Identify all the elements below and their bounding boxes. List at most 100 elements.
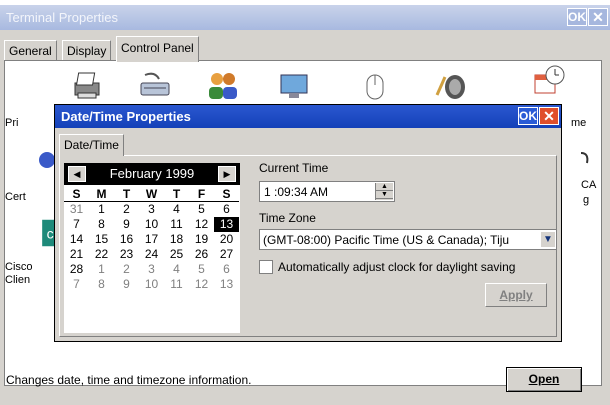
cisco-label: Cisco	[5, 261, 33, 273]
weekday: S	[214, 187, 239, 202]
calendar-day[interactable]: 1	[89, 262, 114, 277]
calendar-day[interactable]: 10	[139, 217, 164, 232]
calendar-day[interactable]: 25	[164, 247, 189, 262]
calendar-day[interactable]: 7	[64, 277, 89, 292]
calendar-day[interactable]: 27	[214, 247, 239, 262]
calendar-day[interactable]: 28	[64, 262, 89, 277]
calendar: ◀ February 1999 ▶ S M T W T F S 31 1 2 3…	[64, 163, 240, 333]
calendar-day[interactable]: 11	[164, 217, 189, 232]
calendar-day[interactable]: 4	[164, 262, 189, 277]
status-text: Changes date, time and timezone informat…	[6, 373, 252, 387]
calendar-day[interactable]: 20	[214, 232, 239, 247]
time-spinner[interactable]: ▲ ▼	[375, 183, 393, 200]
calendar-day[interactable]: 6	[214, 262, 239, 277]
apply-button[interactable]: Apply	[485, 283, 547, 307]
calendar-day[interactable]: 17	[139, 232, 164, 247]
window-close-button[interactable]: ✕	[588, 8, 608, 26]
calendar-month-year[interactable]: February 1999	[90, 166, 214, 181]
datetime-icon[interactable]	[531, 65, 567, 95]
tab-control-panel[interactable]: Control Panel	[116, 36, 199, 62]
calendar-day[interactable]: 8	[89, 217, 114, 232]
calendar-day[interactable]: 22	[89, 247, 114, 262]
time-zone-value: (GMT-08:00) Pacific Time (US & Canada); …	[263, 233, 510, 247]
tab-general[interactable]: General	[4, 40, 57, 61]
certificates-label: Cert	[5, 191, 26, 203]
datetime-label: me	[571, 117, 587, 129]
calendar-day[interactable]: 1	[89, 202, 114, 218]
weekday: S	[64, 187, 89, 202]
dialog-ok-button[interactable]: OK	[518, 107, 538, 125]
week-row: 7 8 9 10 11 12 13	[64, 277, 239, 292]
calendar-day[interactable]: 19	[189, 232, 214, 247]
time-value: 1 :09:34 AM	[264, 185, 329, 199]
time-zone-select[interactable]: (GMT-08:00) Pacific Time (US & Canada); …	[259, 229, 557, 250]
tab-datetime[interactable]: Date/Time	[59, 134, 124, 156]
window-ok-button[interactable]: OK	[567, 8, 587, 26]
calendar-day[interactable]: 12	[189, 277, 214, 292]
mouse-icon[interactable]	[357, 71, 393, 101]
apply-button-label: Apply	[499, 288, 533, 302]
time-zone-label: Time Zone	[259, 211, 316, 225]
week-row: 14 15 16 17 18 19 20	[64, 232, 239, 247]
calendar-day[interactable]: 24	[139, 247, 164, 262]
calendar-day[interactable]: 9	[114, 217, 139, 232]
time-input[interactable]: 1 :09:34 AM ▲ ▼	[259, 181, 395, 202]
calendar-day[interactable]: 12	[189, 217, 214, 232]
calendar-day[interactable]: 2	[114, 262, 139, 277]
calendar-day[interactable]: 13	[214, 277, 239, 292]
calendar-day[interactable]: 7	[64, 217, 89, 232]
chevron-down-icon[interactable]: ▼	[540, 231, 556, 248]
printer-icon[interactable]	[69, 71, 105, 101]
display-icon[interactable]	[277, 71, 313, 101]
calendar-grid: S M T W T F S 31 1 2 3 4 5 6 7 8 9 10 11…	[64, 187, 239, 292]
calendar-day[interactable]: 9	[114, 277, 139, 292]
current-time-label: Current Time	[259, 161, 329, 175]
svg-text:c: c	[47, 225, 54, 241]
dialog-titlebar: Date/Time Properties OK ✕	[55, 105, 561, 128]
cisco-client-label: Clien	[5, 274, 31, 286]
next-month-button[interactable]: ▶	[218, 166, 236, 182]
ica-label: CA	[581, 179, 597, 191]
spin-down-icon[interactable]: ▼	[376, 191, 393, 199]
calendar-day[interactable]: 11	[164, 277, 189, 292]
calendar-day[interactable]: 16	[114, 232, 139, 247]
calendar-day[interactable]: 3	[139, 262, 164, 277]
tab-display[interactable]: Display	[62, 40, 112, 61]
datetime-dialog: Date/Time Properties OK ✕ Date/Time ◀ Fe…	[54, 104, 562, 342]
sound-icon[interactable]	[433, 71, 469, 101]
users-icon[interactable]	[205, 71, 241, 101]
weekday: W	[139, 187, 164, 202]
window-title: Terminal Properties	[6, 10, 118, 25]
calendar-day[interactable]: 4	[164, 202, 189, 218]
spin-up-icon[interactable]: ▲	[376, 183, 393, 191]
prev-month-button[interactable]: ◀	[68, 166, 86, 182]
calendar-day[interactable]: 3	[139, 202, 164, 218]
dialog-close-button[interactable]: ✕	[539, 107, 559, 125]
calendar-day[interactable]: 2	[114, 202, 139, 218]
calendar-day[interactable]: 5	[189, 262, 214, 277]
calendar-day-selected[interactable]: 13	[214, 217, 239, 232]
open-button-label: Open	[528, 372, 560, 386]
calendar-day[interactable]: 8	[89, 277, 114, 292]
week-row: 21 22 23 24 25 26 27	[64, 247, 239, 262]
calendar-day[interactable]: 6	[214, 202, 239, 218]
weekday: F	[189, 187, 214, 202]
calendar-day[interactable]: 18	[164, 232, 189, 247]
week-row: 28 1 2 3 4 5 6	[64, 262, 239, 277]
calendar-day[interactable]: 14	[64, 232, 89, 247]
calendar-header: ◀ February 1999 ▶	[64, 163, 240, 185]
calendar-day[interactable]: 5	[189, 202, 214, 218]
daylight-label[interactable]: Automatically adjust clock for daylight …	[278, 260, 515, 274]
weekday: M	[89, 187, 114, 202]
calendar-day[interactable]: 26	[189, 247, 214, 262]
calendar-day[interactable]: 23	[114, 247, 139, 262]
ica-icon[interactable]	[575, 149, 595, 179]
daylight-checkbox[interactable]	[259, 260, 273, 274]
open-button[interactable]: Open	[506, 367, 582, 392]
window-titlebar: Terminal Properties OK ✕	[0, 5, 610, 30]
calendar-day[interactable]: 21	[64, 247, 89, 262]
calendar-day[interactable]: 31	[64, 202, 89, 218]
calendar-day[interactable]: 10	[139, 277, 164, 292]
calendar-day[interactable]: 15	[89, 232, 114, 247]
keyboard-icon[interactable]	[137, 71, 173, 101]
